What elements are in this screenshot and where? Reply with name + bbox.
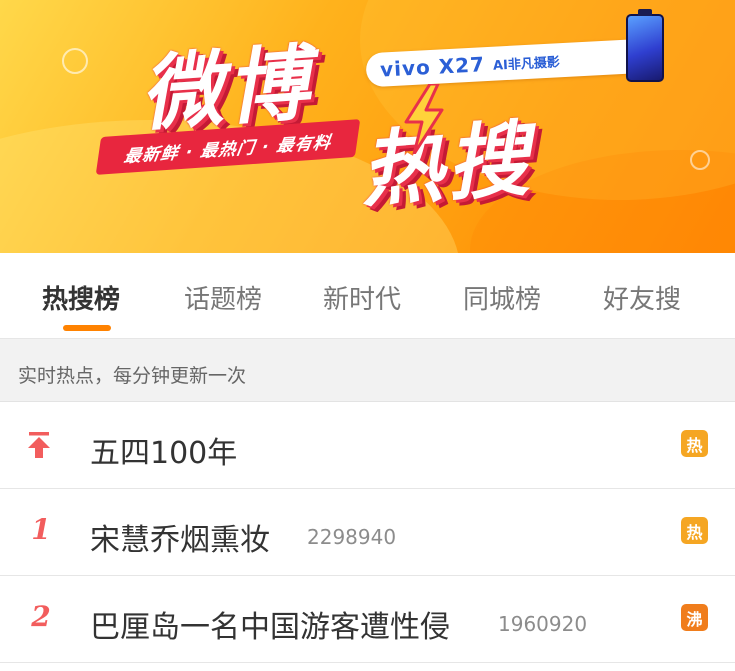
hot-badge: 热 (681, 517, 708, 544)
lightning-bolt-icon (404, 84, 444, 154)
pin-top-icon (28, 432, 50, 458)
hot-search-banner: vivo X27 AI非凡摄影 微博 热搜 最新鲜 · 最热门 · 最有料 (0, 0, 735, 253)
sponsor-tagline: AI非凡摄影 (492, 54, 561, 74)
sponsor-brand: vivo X27 (379, 52, 486, 82)
boiling-badge: 沸 (681, 604, 708, 631)
banner-logo-resou: 热搜 (357, 112, 536, 219)
tab-bar: 热搜榜 话题榜 新时代 同城榜 好友搜 (0, 253, 735, 339)
banner-ring-decoration (62, 48, 88, 74)
search-count: 1960920 (498, 612, 588, 636)
active-tab-indicator (63, 325, 111, 331)
rank-number: 1 (31, 513, 51, 546)
tab-new-era[interactable]: 新时代 (323, 279, 401, 316)
hot-badge: 热 (681, 430, 708, 457)
tab-same-city[interactable]: 同城榜 (463, 279, 541, 316)
list-item-title: 五四100年 (90, 436, 238, 471)
banner-ring-decoration (690, 150, 710, 170)
tab-hot-search[interactable]: 热搜榜 (42, 279, 120, 316)
rank-number: 2 (31, 600, 51, 633)
phone-image (626, 9, 664, 82)
list-item-title: 宋慧乔烟熏妆 (90, 523, 270, 558)
hot-search-list: 五四100年 热 1 宋慧乔烟熏妆 2298940 热 2 巴厘岛一名中国游客遭… (0, 402, 735, 663)
update-notice-text: 实时热点，每分钟更新一次 (18, 365, 247, 387)
tab-friends-search[interactable]: 好友搜 (603, 279, 681, 316)
list-item[interactable]: 五四100年 热 (0, 402, 735, 489)
tab-topics[interactable]: 话题榜 (184, 279, 262, 316)
list-item-title: 巴厘岛一名中国游客遭性侵 (90, 610, 450, 645)
list-item[interactable]: 2 巴厘岛一名中国游客遭性侵 1960920 沸 (0, 576, 735, 663)
search-count: 2298940 (307, 525, 397, 549)
update-notice-bar: 实时热点，每分钟更新一次 (0, 339, 735, 402)
list-item[interactable]: 1 宋慧乔烟熏妆 2298940 热 (0, 489, 735, 576)
